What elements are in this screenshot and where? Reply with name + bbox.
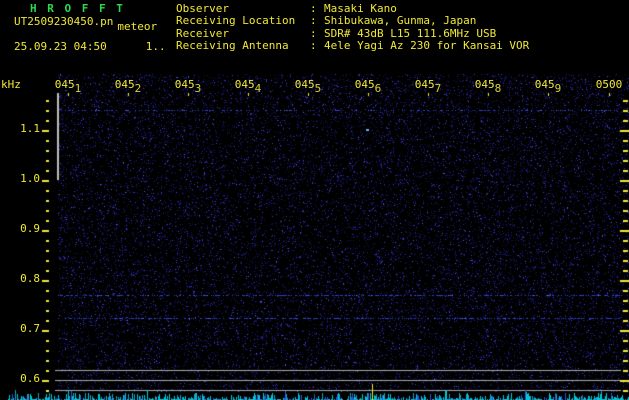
x-axis-label-0500: 0500 [595,78,623,91]
info-value-3: 4ele Yagi Az 230 for Kansai VOR [324,39,530,53]
filename-text: UT2509230450.pn [14,15,114,28]
station-name: meteor [117,20,158,33]
x-axis-label-0458: 0458 [474,78,502,95]
x-axis-label-0456: 0456 [354,78,382,95]
receiver-info-table: Observer: Masaki Kano Receiving Location: S… [176,2,530,53]
datetime-label: 25.09.23 04:50 1.. [14,41,166,53]
datetime-text: 25.09.23 04:50 [14,40,107,53]
spectrogram-canvas [0,0,629,400]
info-colon-1: : [310,14,317,28]
filename-label: UT2509230450.pn meteor [14,15,157,33]
y-axis-label-0.6: 0.6 [20,372,40,385]
x-axis-label-0455: 0455 [294,78,322,95]
x-axis-label-0454: 0454 [234,78,262,95]
info-colon-3: : [310,39,317,53]
x-axis-label-0452: 0452 [114,78,142,95]
y-axis-label-0.8: 0.8 [20,272,40,285]
app-title: H R O F F T [30,2,125,15]
y-axis-label-1.0: 1.0 [20,172,40,185]
observation-counter: 1.. [145,40,166,53]
x-axis-label-0457: 0457 [414,78,442,95]
info-value-1: Shibukawa, Gunma, Japan [324,14,477,28]
y-axis-label-1.1: 1.1 [20,122,40,135]
x-axis-label-0451: 0451 [54,78,82,95]
y-axis-unit-label: kHz [1,78,21,91]
x-axis-label-0459: 0459 [534,78,562,95]
y-axis-label-0.9: 0.9 [20,222,40,235]
info-label-1: Receiving Location [176,14,296,28]
info-label-3: Receiving Antenna [176,39,289,53]
x-axis-label-0453: 0453 [174,78,202,95]
y-axis-label-0.7: 0.7 [20,322,40,335]
hrofft-window: H R O F F T UT2509230450.pn meteor 25.09.… [0,0,629,400]
